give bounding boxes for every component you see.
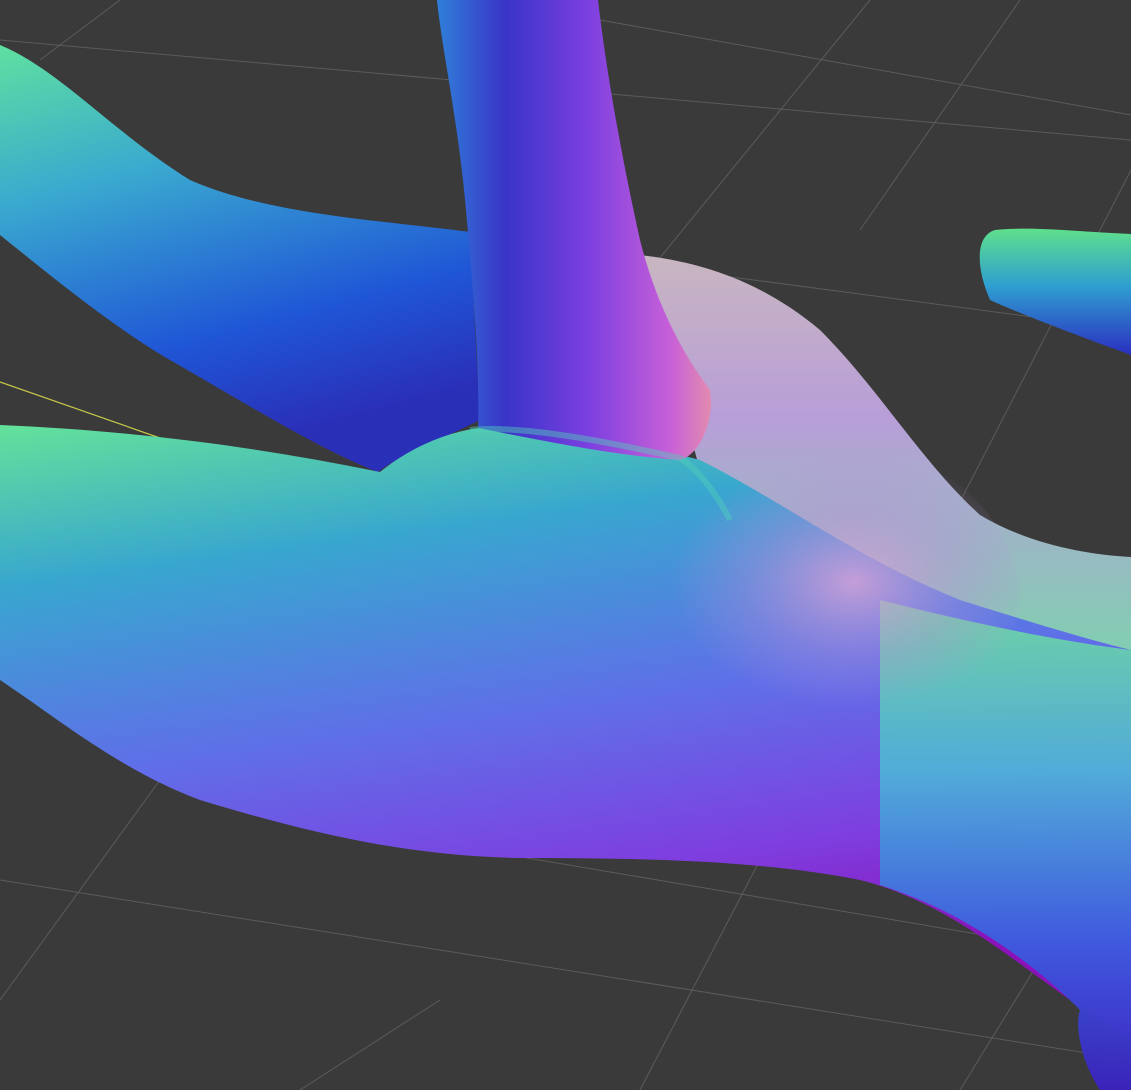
mesh-highlight	[500, 420, 1020, 780]
3d-viewport[interactable]	[0, 0, 1131, 1090]
viewport-canvas[interactable]	[0, 0, 1131, 1090]
